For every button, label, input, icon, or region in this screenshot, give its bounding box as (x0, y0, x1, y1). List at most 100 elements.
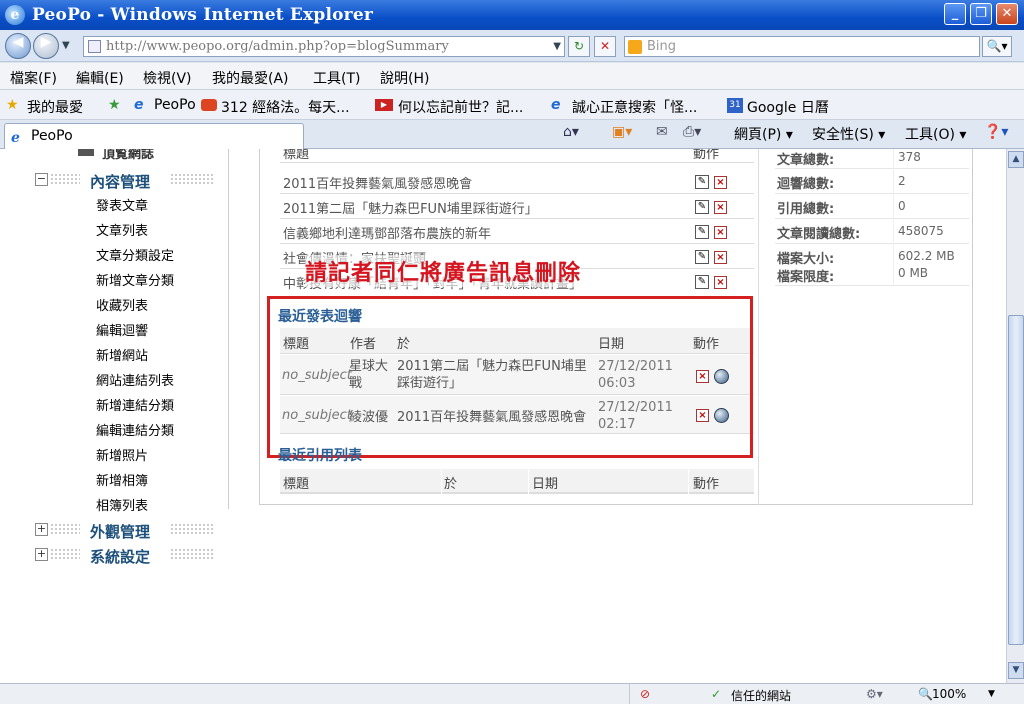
sidebar-item[interactable]: 編輯連結分類 (96, 420, 174, 439)
sidebar-item[interactable]: 新增連結分類 (96, 395, 174, 414)
sidebar-item[interactable]: 網站連結列表 (96, 370, 174, 389)
protected-mode-icon[interactable]: ⚙▾ (866, 687, 883, 701)
article-link[interactable]: 2011第二屆「魅力森巴FUN埔里踩街遊行」 (283, 198, 538, 217)
stat-value: 378 (898, 150, 921, 164)
fav-link-3[interactable]: 誠心正意搜索「怪... (572, 97, 697, 117)
delete-icon[interactable]: × (714, 201, 727, 214)
edit-icon[interactable]: ✎ (695, 275, 709, 289)
maximize-button[interactable]: ❐ (970, 3, 992, 25)
sidebar-top-item[interactable]: 頂覧網誌 (102, 149, 154, 162)
close-button[interactable]: ✕ (996, 3, 1018, 25)
delete-icon[interactable]: × (714, 251, 727, 264)
panel-right-border (972, 149, 973, 505)
add-favorite-icon[interactable]: ★ (108, 97, 121, 113)
scroll-thumb[interactable] (1008, 315, 1024, 645)
articles-header-action: 動作 (693, 149, 720, 162)
history-dropdown-icon[interactable]: ▼ (62, 40, 70, 51)
scroll-up-icon[interactable]: ▲ (1008, 151, 1024, 168)
trusted-check-icon: ✓ (711, 687, 722, 701)
home-icon[interactable]: ⌂▾ (563, 124, 579, 140)
safety-menu-button[interactable]: 安全性(S) ▾ (812, 124, 885, 144)
stat-col-divider (893, 149, 894, 285)
edit-icon[interactable]: ✎ (695, 225, 709, 239)
sidebar-item[interactable]: 新增照片 (96, 445, 148, 464)
title-bar: e PeoPo - Windows Internet Explorer _ ❐ … (0, 0, 1024, 30)
address-toolbar: ◀ ▶ ▼ http://www.peopo.org/admin.php?op=… (0, 30, 1024, 62)
trackbacks-header-row (280, 469, 754, 494)
tree-dots (170, 523, 214, 535)
refresh-button[interactable]: ↻ (568, 36, 590, 57)
search-input[interactable]: Bing (624, 36, 980, 57)
fav-link-4[interactable]: Google 日曆 (747, 97, 829, 117)
delete-icon[interactable]: × (714, 276, 727, 289)
fav-link-2[interactable]: 何以忘記前世？記... (398, 97, 523, 117)
collapse-icon[interactable]: − (35, 173, 48, 186)
article-link[interactable]: 信義鄉地利達瑪鄧部落布農族的新年 (283, 223, 491, 242)
expand-icon[interactable]: + (35, 523, 48, 536)
scroll-down-icon[interactable]: ▼ (1008, 662, 1024, 679)
tree-dots (50, 523, 80, 535)
sidebar-item[interactable]: 編輯迴響 (96, 320, 148, 339)
tree-dots (50, 173, 80, 185)
sidebar-item[interactable]: 文章列表 (96, 220, 148, 239)
article-link[interactable]: 2011百年投舞藝氣風發感恩晚會 (283, 173, 472, 192)
stat-value: 0 (898, 199, 906, 213)
fav-link-1[interactable]: 312 經絡法。每天... (221, 97, 350, 117)
section-content-management[interactable]: 內容管理 (90, 171, 150, 192)
col-sep (688, 469, 689, 494)
expand-icon[interactable]: + (35, 548, 48, 561)
read-mail-icon[interactable]: ✉ (656, 124, 668, 140)
delete-icon[interactable]: × (714, 176, 727, 189)
edit-icon[interactable]: ✎ (695, 175, 709, 189)
page-menu-button[interactable]: 網頁(P) ▾ (734, 124, 793, 144)
print-icon[interactable]: ⎙▾ (683, 124, 701, 140)
address-dropdown-icon[interactable]: ▼ (553, 37, 561, 56)
vertical-scrollbar[interactable]: ▲ ▼ (1006, 149, 1024, 683)
sidebar-item[interactable]: 新增文章分類 (96, 270, 174, 289)
menu-favorites[interactable]: 我的最愛(A) (212, 68, 289, 88)
annotation-text: 請記者同仁將廣告訊息刪除 (305, 255, 582, 287)
favorites-button[interactable]: 我的最愛 (27, 97, 83, 117)
security-zone[interactable]: 信任的網站 (731, 687, 791, 704)
sidebar-item[interactable]: 收藏列表 (96, 295, 148, 314)
privacy-icon[interactable]: ⊘ (640, 687, 650, 701)
sidebar-item[interactable]: 發表文章 (96, 195, 148, 214)
divider (280, 193, 754, 194)
menu-view[interactable]: 檢視(V) (143, 68, 192, 88)
zoom-dropdown-icon[interactable]: ▼ (988, 689, 995, 699)
sidebar-item[interactable]: 新增網站 (96, 345, 148, 364)
menu-tools[interactable]: 工具(T) (313, 68, 360, 88)
search-button[interactable]: 🔍▾ (982, 36, 1012, 57)
forward-button[interactable]: ▶ (33, 33, 59, 59)
edit-icon[interactable]: ✎ (695, 250, 709, 264)
col-title: 標題 (283, 477, 310, 492)
delete-icon[interactable]: × (714, 226, 727, 239)
help-icon[interactable]: ❓▾ (984, 124, 1008, 140)
section-system-settings[interactable]: 系統設定 (90, 546, 150, 567)
stop-button[interactable]: ✕ (594, 36, 616, 57)
menu-file[interactable]: 檔案(F) (10, 68, 57, 88)
col-sep (528, 469, 529, 494)
fav-link-peopo[interactable]: PeoPo (154, 97, 196, 113)
minimize-button[interactable]: _ (944, 3, 966, 25)
sidebar-item[interactable]: 新增相簿 (96, 470, 148, 489)
section-appearance[interactable]: 外觀管理 (90, 521, 150, 542)
tab-peopo[interactable]: e PeoPo (4, 123, 304, 149)
page-icon (88, 40, 101, 53)
address-input[interactable]: http://www.peopo.org/admin.php?op=blogSu… (83, 36, 565, 57)
menu-edit[interactable]: 編輯(E) (76, 68, 124, 88)
menu-help[interactable]: 說明(H) (380, 68, 429, 88)
sidebar-divider (228, 149, 229, 509)
sidebar-item[interactable]: 文章分類設定 (96, 245, 174, 264)
youtube-icon: ▶ (375, 99, 393, 111)
stat-value: 458075 (898, 224, 944, 238)
back-button[interactable]: ◀ (5, 33, 31, 59)
zoom-level[interactable]: 100% (932, 687, 966, 701)
zoom-icon[interactable]: 🔍 (918, 687, 933, 701)
sidebar-item[interactable]: 相簿列表 (96, 495, 148, 514)
ie-page-icon: e (11, 130, 20, 146)
feeds-icon[interactable]: ▣▾ (612, 124, 632, 140)
tools-menu-button[interactable]: 工具(O) ▾ (905, 124, 966, 144)
col-sep (441, 469, 442, 494)
edit-icon[interactable]: ✎ (695, 200, 709, 214)
